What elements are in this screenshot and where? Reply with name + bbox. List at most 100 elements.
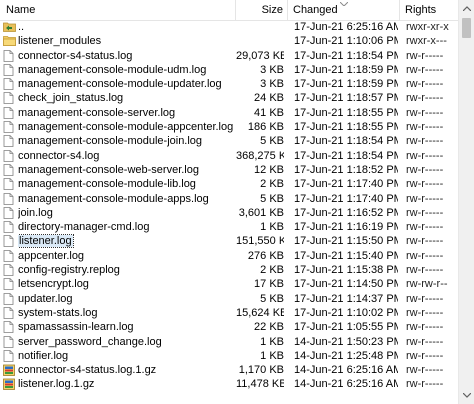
file-row[interactable]: management-console-module-appcenter.log 1…: [0, 120, 458, 134]
file-rights: rw-r-----: [406, 192, 444, 205]
file-row[interactable]: listener.log.1.gz 11,478 KB 14-Jun-21 6:25…: [0, 377, 458, 391]
file-row[interactable]: appcenter.log 276 KB 17-Jun-21 1:15:40 PM r…: [0, 249, 458, 263]
file-size: [236, 20, 284, 34]
file-name: notifier.log: [18, 349, 69, 362]
file-row[interactable]: management-console-module-updater.log 3 K…: [0, 77, 458, 91]
file-size: 1 KB: [260, 349, 284, 362]
vertical-scrollbar[interactable]: [458, 0, 474, 404]
file-icon: [3, 264, 17, 276]
file-row[interactable]: .. 17-Jun-21 6:25:16 AM rwxr-xr-x: [0, 20, 458, 34]
file-rights: rw-r-----: [406, 121, 444, 134]
file-icon: [3, 135, 17, 148]
file-row[interactable]: listener.log 151,550 KB 17-Jun-21 1:15:50 …: [0, 234, 458, 249]
file-changed: 17-Jun-21 1:18:55 PM: [294, 121, 398, 134]
file-row[interactable]: management-console-server.log 41 KB 17-Jun…: [0, 106, 458, 120]
file-name: listener.log.1.gz: [18, 378, 95, 391]
file-size: 1 KB: [260, 221, 284, 234]
file-changed: 17-Jun-21 1:10:06 PM: [294, 35, 398, 48]
file-changed: 14-Jun-21 6:25:16 AM: [294, 364, 398, 377]
file-changed: 17-Jun-21 1:18:57 PM: [294, 92, 398, 105]
file-list: .. 17-Jun-21 6:25:16 AM rwxr-xr-x listener_…: [0, 20, 458, 392]
file-row[interactable]: connector-s4-status.log.1.gz 1,170 KB 14-J…: [0, 363, 458, 377]
file-icon: [3, 63, 17, 76]
file-row[interactable]: updater.log 5 KB 17-Jun-21 1:14:37 PM rw-r-…: [0, 292, 458, 306]
file-changed: 17-Jun-21 1:15:50 PM: [294, 235, 398, 248]
column-header-name[interactable]: Name: [0, 0, 236, 20]
file-name: management-console-module-apps.log: [18, 192, 209, 205]
file-name: management-console-module-join.log: [18, 135, 203, 148]
file-name: updater.log: [18, 292, 73, 305]
file-name: listener.log: [18, 234, 74, 249]
file-changed: 14-Jun-21 1:50:23 PM: [294, 335, 398, 348]
file-rights: rw-r-----: [406, 149, 444, 162]
file-icon: [3, 49, 17, 62]
file-row[interactable]: connector-s4.log 368,275 KB 17-Jun-21 1:18…: [0, 149, 458, 163]
file-size: 22 KB: [254, 321, 284, 334]
file-name: spamassassin-learn.log: [18, 321, 134, 334]
file-row[interactable]: connector-s4-status.log 29,073 KB 17-Jun-2…: [0, 49, 458, 63]
column-header-rights[interactable]: Rights: [400, 0, 458, 20]
column-header-changed-label: Changed: [293, 4, 338, 16]
scrollbar-thumb[interactable]: [462, 18, 471, 38]
file-name: connector-s4-status.log: [18, 49, 133, 62]
file-row[interactable]: join.log 3,601 KB 17-Jun-21 1:16:52 PM rw-r…: [0, 206, 458, 220]
scroll-down-arrow-icon[interactable]: [459, 387, 474, 404]
file-rights: rw-r-----: [406, 178, 444, 191]
scroll-up-arrow-icon[interactable]: [459, 0, 474, 17]
file-row[interactable]: management-console-module-udm.log 3 KB 17-…: [0, 63, 458, 77]
file-size: 151,550 KB: [236, 235, 284, 248]
file-changed: 17-Jun-21 1:18:55 PM: [294, 106, 398, 119]
file-row[interactable]: management-console-module-lib.log 2 KB 17-…: [0, 177, 458, 191]
file-changed: 17-Jun-21 1:14:50 PM: [294, 278, 398, 291]
column-header-bar: Name Size Changed Rights: [0, 0, 458, 21]
file-row[interactable]: config-registry.replog 2 KB 17-Jun-21 1:15…: [0, 263, 458, 277]
file-name: ..: [18, 21, 25, 33]
file-rights: rw-r-----: [406, 106, 444, 119]
file-icon: [3, 149, 17, 162]
file-rights: rw-r-----: [406, 264, 444, 277]
folder-icon: [3, 35, 17, 47]
file-size: 276 KB: [247, 249, 284, 262]
file-row[interactable]: notifier.log 1 KB 14-Jun-21 1:25:48 PM rw-r…: [0, 349, 458, 363]
file-changed: 17-Jun-21 1:17:40 PM: [294, 178, 398, 191]
file-row[interactable]: check_join_status.log 24 KB 17-Jun-21 1:18…: [0, 91, 458, 105]
file-size: 3 KB: [260, 78, 284, 91]
file-rights: rw-r-----: [406, 249, 444, 262]
file-changed: 14-Jun-21 6:25:16 AM: [294, 378, 398, 391]
file-rights: rw-r-----: [406, 49, 444, 62]
file-icon: [3, 178, 17, 191]
file-rights: rw-rw-r--: [406, 278, 448, 291]
file-row[interactable]: spamassassin-learn.log 22 KB 17-Jun-21 1:0…: [0, 320, 458, 334]
file-size: 24 KB: [254, 92, 284, 105]
file-changed: 17-Jun-21 1:18:54 PM: [294, 49, 398, 62]
file-name: connector-s4.log: [18, 149, 100, 162]
archive-icon: [3, 364, 17, 377]
file-icon: [3, 349, 17, 362]
file-name: config-registry.replog: [18, 264, 120, 277]
file-rights: rw-r-----: [406, 321, 444, 334]
file-name: check_join_status.log: [18, 92, 124, 105]
parent-folder-icon: [3, 21, 17, 33]
file-changed: 17-Jun-21 1:16:19 PM: [294, 221, 398, 234]
file-icon: [3, 249, 17, 262]
file-rights: rw-r-----: [406, 135, 444, 148]
file-name: server_password_change.log: [18, 335, 162, 348]
file-size: 15,624 KB: [236, 306, 284, 319]
file-row[interactable]: management-console-web-server.log 12 KB 17…: [0, 163, 458, 177]
file-icon: [3, 335, 17, 348]
file-row[interactable]: server_password_change.log 1 KB 14-Jun-21 …: [0, 335, 458, 349]
file-rights: rw-r-----: [406, 63, 444, 76]
file-row[interactable]: management-console-module-join.log 5 KB 17…: [0, 134, 458, 148]
file-row[interactable]: management-console-module-apps.log 5 KB 17…: [0, 192, 458, 206]
file-row[interactable]: directory-manager-cmd.log 1 KB 17-Jun-21 1…: [0, 220, 458, 234]
file-row[interactable]: system-stats.log 15,624 KB 17-Jun-21 1:10:…: [0, 306, 458, 320]
file-icon: [3, 278, 17, 291]
file-rights: rw-r-----: [406, 292, 444, 305]
column-header-size[interactable]: Size: [236, 0, 288, 20]
file-name: appcenter.log: [18, 249, 85, 262]
file-rights: rw-r-----: [406, 349, 444, 362]
file-row[interactable]: listener_modules 17-Jun-21 1:10:06 PM rwxr…: [0, 34, 458, 48]
file-size: 5 KB: [260, 292, 284, 305]
file-icon: [3, 221, 17, 234]
file-row[interactable]: letsencrypt.log 17 KB 17-Jun-21 1:14:50 PM…: [0, 277, 458, 291]
